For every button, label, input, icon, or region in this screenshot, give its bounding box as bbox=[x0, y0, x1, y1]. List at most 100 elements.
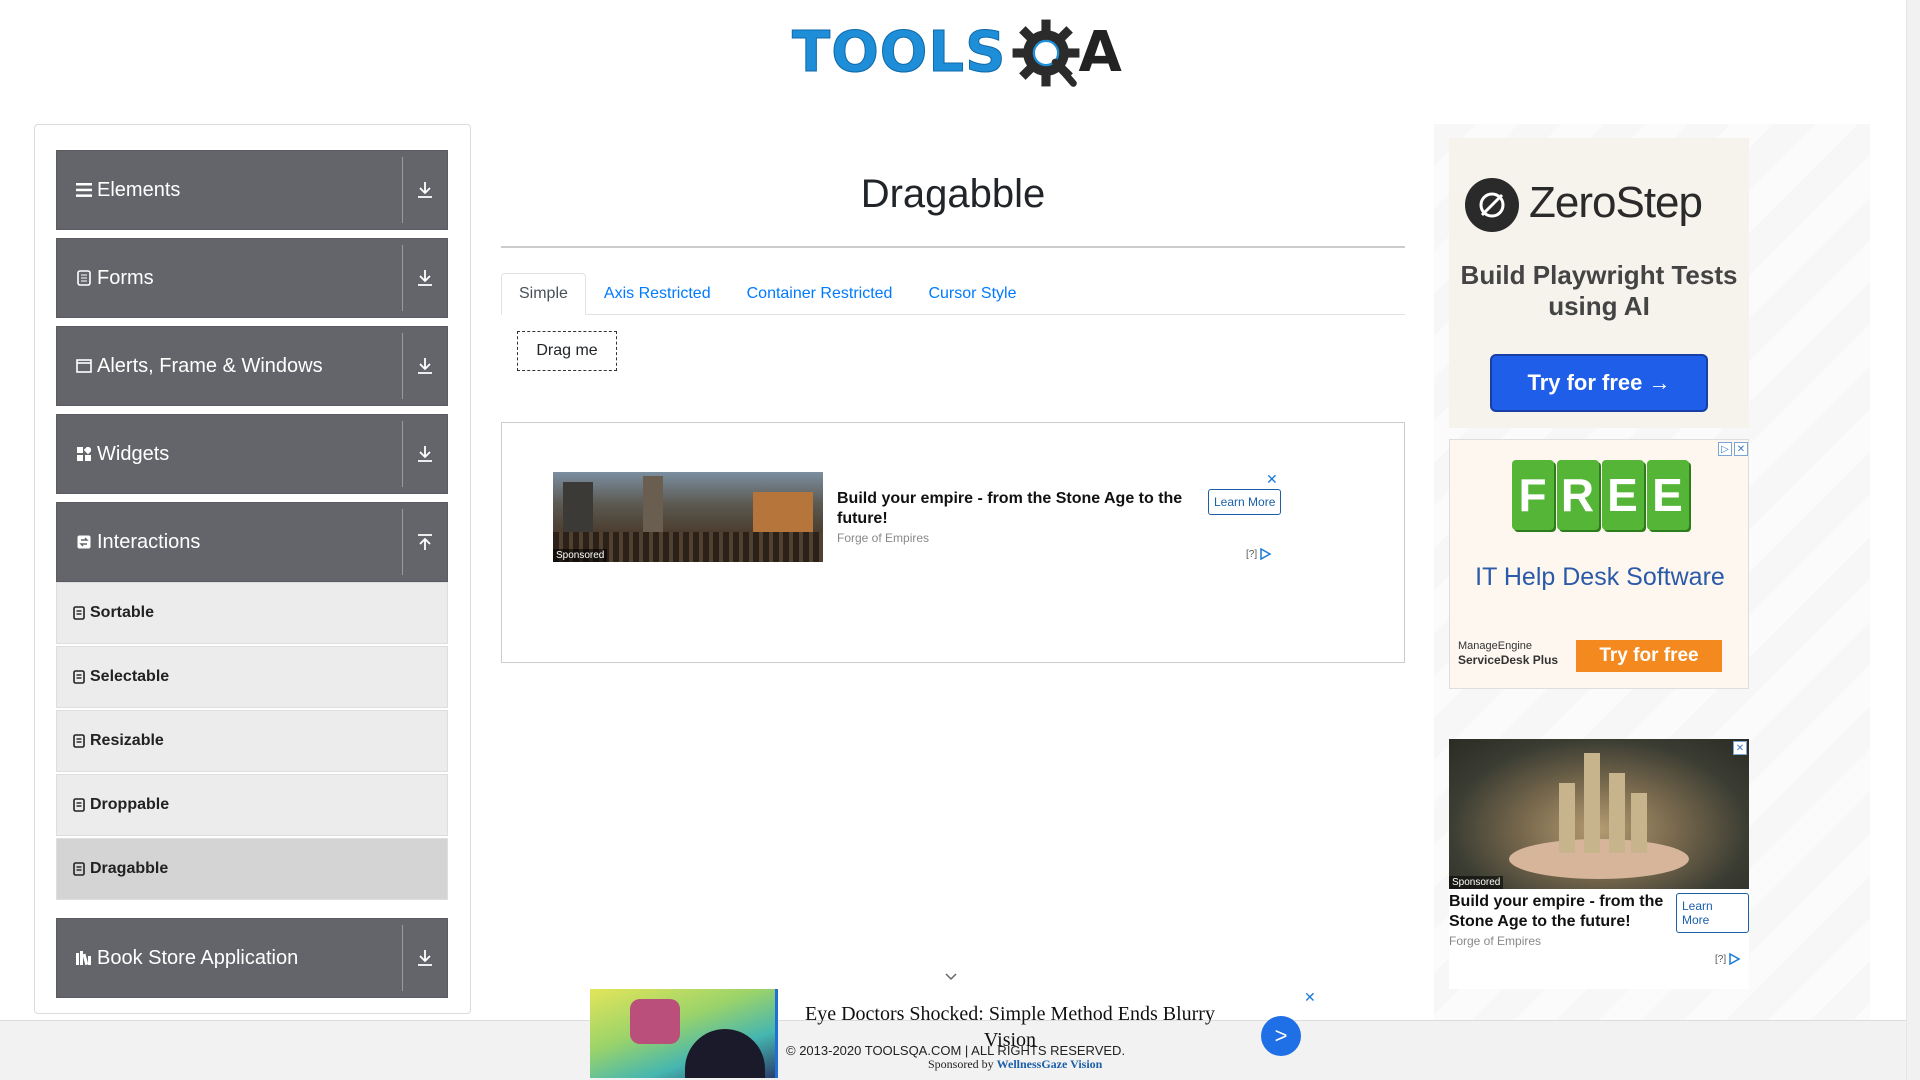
free-letter: E bbox=[1601, 460, 1644, 530]
divider bbox=[402, 157, 403, 223]
divider bbox=[402, 509, 403, 575]
ad-source: Forge of Empires bbox=[1449, 934, 1542, 948]
free-letter: R bbox=[1556, 460, 1599, 530]
tab-bar: Simple Axis Restricted Container Restric… bbox=[501, 273, 1405, 315]
grid-icon bbox=[75, 445, 93, 463]
close-icon[interactable]: ✕ bbox=[1733, 741, 1747, 755]
ad-title: IT Help Desk Software bbox=[1475, 563, 1725, 591]
adchoices[interactable]: [?] bbox=[1715, 953, 1742, 965]
sponsored-label: Sponsored bbox=[553, 549, 608, 562]
group-label: Alerts, Frame & Windows bbox=[97, 354, 323, 377]
castle-ad[interactable]: Sponsored ✕ Build your empire - from the… bbox=[1449, 739, 1749, 989]
tab-simple[interactable]: Simple bbox=[501, 273, 586, 315]
adchoices-icon bbox=[1729, 953, 1741, 965]
gear-icon bbox=[1012, 19, 1080, 87]
zerostep-name: ZeroStep bbox=[1529, 178, 1703, 227]
ad-headline[interactable]: Build your empire - from the Stone Age t… bbox=[1449, 892, 1669, 932]
sidebar-item-dragabble[interactable]: Dragabble bbox=[56, 838, 448, 900]
sidebar-item-sortable[interactable]: Sortable bbox=[56, 582, 448, 644]
adchoice-label: [?] bbox=[1715, 953, 1727, 965]
adchoices-icon[interactable]: ▷ bbox=[1718, 442, 1732, 456]
tab-container-restricted[interactable]: Container Restricted bbox=[729, 273, 911, 315]
learn-more-button[interactable]: Learn More bbox=[1208, 489, 1282, 515]
sidebar-group-forms[interactable]: Forms bbox=[56, 238, 448, 318]
close-icon[interactable]: ✕ bbox=[1734, 442, 1748, 456]
group-label: Widgets bbox=[97, 442, 170, 465]
expand-icon[interactable] bbox=[415, 267, 435, 289]
close-icon[interactable]: ✕ bbox=[1266, 471, 1278, 488]
divider bbox=[402, 925, 403, 991]
document-icon bbox=[75, 269, 93, 287]
free-letter: F bbox=[1511, 460, 1554, 530]
sidebar-item-droppable[interactable]: Droppable bbox=[56, 774, 448, 836]
sidebar-item-selectable[interactable]: Selectable bbox=[56, 646, 448, 708]
sidebar-item-resizable[interactable]: Resizable bbox=[56, 710, 448, 772]
expand-icon[interactable] bbox=[415, 947, 435, 969]
center-ad: Sponsored Build your empire - from the S… bbox=[501, 422, 1405, 663]
adchoices[interactable]: [?] bbox=[1246, 548, 1273, 560]
expand-icon[interactable] bbox=[415, 443, 435, 465]
divider bbox=[775, 989, 778, 1078]
try-for-free-button[interactable]: Try for free bbox=[1576, 640, 1722, 672]
free-banner: F R E E bbox=[1510, 450, 1690, 540]
interaction-icon bbox=[75, 533, 93, 551]
group-label: Forms bbox=[97, 266, 154, 289]
books-icon bbox=[75, 949, 93, 967]
list-item-icon bbox=[73, 862, 85, 876]
ad-headline[interactable]: Build your empire - from the Stone Age t… bbox=[837, 489, 1207, 529]
sponsored-by: Sponsored by WellnessGaze Vision bbox=[928, 1057, 1102, 1072]
sponsor-name[interactable]: WellnessGaze Vision bbox=[997, 1057, 1103, 1071]
ad-image[interactable]: Sponsored bbox=[1449, 739, 1749, 889]
brand-bottom: ServiceDesk Plus bbox=[1458, 653, 1559, 668]
tab-axis-restricted[interactable]: Axis Restricted bbox=[586, 273, 729, 315]
learn-more-button[interactable]: Learn More bbox=[1676, 893, 1749, 933]
ad-image[interactable]: Sponsored bbox=[553, 472, 823, 562]
left-sidebar: Elements Forms Alerts, Frame & Windows W… bbox=[34, 124, 471, 1014]
logo-text: TOOLS bbox=[791, 20, 1007, 85]
next-arrow-button[interactable]: > bbox=[1261, 1016, 1301, 1056]
copyright-text: © 2013-2020 TOOLSQA.COM | ALL RIGHTS RES… bbox=[786, 1043, 1126, 1058]
sidebar-group-interactions[interactable]: Interactions bbox=[56, 502, 448, 582]
list-item-icon bbox=[73, 670, 85, 684]
try-for-free-button[interactable]: Try for free → bbox=[1490, 354, 1708, 412]
sidebar-group-book-store[interactable]: Book Store Application bbox=[56, 918, 448, 998]
sponsored-label: Sponsored bbox=[1449, 876, 1504, 889]
group-label: Book Store Application bbox=[97, 946, 299, 969]
sidebar-item-label: Resizable bbox=[90, 732, 164, 749]
zerostep-ad[interactable]: ZeroStep Build Playwright Tests using AI… bbox=[1449, 138, 1749, 428]
collapse-icon[interactable] bbox=[415, 531, 435, 553]
zerostep-logo-icon bbox=[1465, 178, 1519, 232]
adchoices-icon bbox=[1260, 548, 1272, 560]
draggable-box[interactable]: Drag me bbox=[517, 331, 617, 371]
sidebar-item-label: Dragabble bbox=[90, 860, 169, 877]
zerostep-subtitle: Build Playwright Tests using AI bbox=[1460, 260, 1738, 322]
adchoice-label: [?] bbox=[1246, 548, 1258, 560]
sidebar-item-label: Sortable bbox=[90, 604, 155, 621]
divider bbox=[402, 245, 403, 311]
page-scrollbar[interactable] bbox=[1906, 0, 1920, 1080]
logo-a: A bbox=[1078, 20, 1122, 85]
expand-icon[interactable] bbox=[415, 355, 435, 377]
free-letter: E bbox=[1646, 460, 1689, 530]
group-label: Elements bbox=[97, 178, 181, 201]
close-icon[interactable]: ✕ bbox=[1304, 989, 1316, 1006]
divider bbox=[402, 333, 403, 399]
sidebar-group-widgets[interactable]: Widgets bbox=[56, 414, 448, 494]
sidebar-item-label: Droppable bbox=[90, 796, 170, 813]
window-icon bbox=[75, 357, 93, 375]
chevron-down-icon[interactable] bbox=[944, 970, 958, 984]
it-helpdesk-ad[interactable]: F R E E IT Help Desk Software ManageEngi… bbox=[1449, 439, 1749, 689]
list-item-icon bbox=[73, 606, 85, 620]
ad-source: Forge of Empires bbox=[837, 531, 930, 545]
divider bbox=[402, 421, 403, 487]
sidebar-group-alerts[interactable]: Alerts, Frame & Windows bbox=[56, 326, 448, 406]
divider bbox=[501, 246, 1405, 248]
expand-icon[interactable] bbox=[415, 179, 435, 201]
toolsqa-logo[interactable]: TOOLS A bbox=[791, 14, 1122, 92]
sidebar-group-elements[interactable]: Elements bbox=[56, 150, 448, 230]
tab-cursor-style[interactable]: Cursor Style bbox=[910, 273, 1034, 315]
list-item-icon bbox=[73, 734, 85, 748]
group-label: Interactions bbox=[97, 530, 201, 553]
hamburger-icon bbox=[75, 181, 93, 199]
ad-image[interactable] bbox=[590, 989, 775, 1078]
